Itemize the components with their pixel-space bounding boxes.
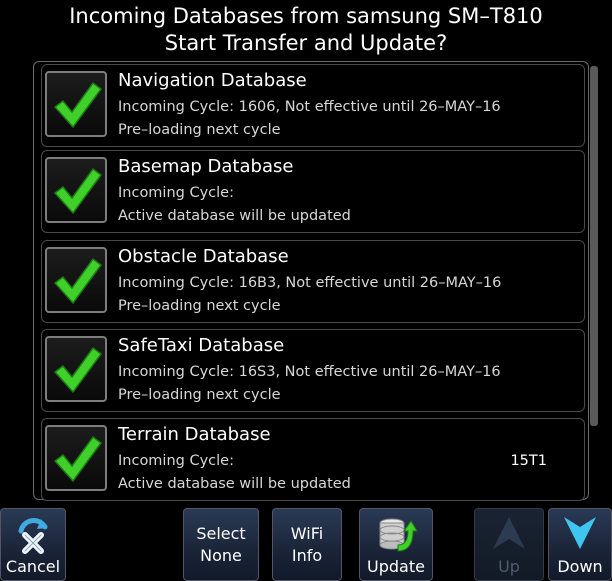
wifi-info-button[interactable]: WiFi Info [272,508,342,581]
database-title: Navigation Database [118,70,307,91]
green-check-icon [53,167,103,215]
database-item-obstacle[interactable]: Obstacle Database Incoming Cycle: 16B3, … [41,240,585,323]
safetaxi-checkbox[interactable] [45,336,107,402]
select-none-label-2: None [200,546,242,565]
incoming-cycle: Incoming Cycle: 16B3, Not effective unti… [118,275,502,291]
incoming-cycle: Incoming Cycle: 16S3, Not effective unti… [118,364,501,380]
green-check-icon [53,435,103,483]
up-arrow-icon [493,517,525,549]
database-title: SafeTaxi Database [118,335,285,356]
incoming-cycle: Incoming Cycle: [118,185,234,201]
list-scrollbar[interactable] [590,66,598,426]
update-label: Update [367,557,425,576]
wifi-info-label-1: WiFi [290,524,324,543]
database-status: Active database will be updated [118,208,351,224]
green-check-icon [53,257,103,305]
database-item-safetaxi[interactable]: SafeTaxi Database Incoming Cycle: 16S3, … [41,329,585,412]
database-title: Terrain Database [118,424,271,445]
update-button[interactable]: Update [359,508,433,581]
down-label: Down [557,557,603,576]
database-item-terrain[interactable]: Terrain Database Incoming Cycle: 15T1 Ac… [41,418,585,501]
incoming-cycle-value: 15T1 [510,453,547,469]
incoming-cycle: Incoming Cycle: [118,453,234,469]
dialog-header: Incoming Databases from samsung SM–T810 … [0,0,612,61]
database-title: Obstacle Database [118,246,289,267]
terrain-checkbox[interactable] [45,425,107,491]
database-status: Pre–loading next cycle [118,387,281,403]
wifi-info-label-2: Info [291,546,323,565]
cancel-x-icon [18,518,48,554]
database-status: Pre–loading next cycle [118,298,281,314]
dialog-question: Start Transfer and Update? [164,31,448,55]
incoming-cycle: Incoming Cycle: 1606, Not effective unti… [118,99,501,115]
navigation-checkbox[interactable] [45,71,107,137]
database-title: Basemap Database [118,156,294,177]
database-update-icon [379,518,418,552]
select-none-label-1: Select [196,524,246,543]
down-arrow-icon [564,517,596,549]
softkey-bar: Cancel Select None WiFi Info Update Up D… [0,508,612,581]
database-status: Pre–loading next cycle [118,122,281,138]
green-check-icon [53,346,103,394]
green-check-icon [53,81,103,129]
up-button[interactable]: Up [474,508,544,581]
dialog-title: Incoming Databases from samsung SM–T810 [69,4,543,28]
database-item-basemap[interactable]: Basemap Database Incoming Cycle: Active … [41,150,585,233]
basemap-checkbox[interactable] [45,157,107,223]
database-item-navigation[interactable]: Navigation Database Incoming Cycle: 1606… [41,64,585,147]
select-none-button[interactable]: Select None [183,508,259,581]
cancel-label: Cancel [5,557,61,576]
obstacle-checkbox[interactable] [45,247,107,313]
cancel-button[interactable]: Cancel [0,508,66,581]
down-button[interactable]: Down [548,508,612,581]
up-label: Up [498,557,520,576]
database-status: Active database will be updated [118,476,351,492]
